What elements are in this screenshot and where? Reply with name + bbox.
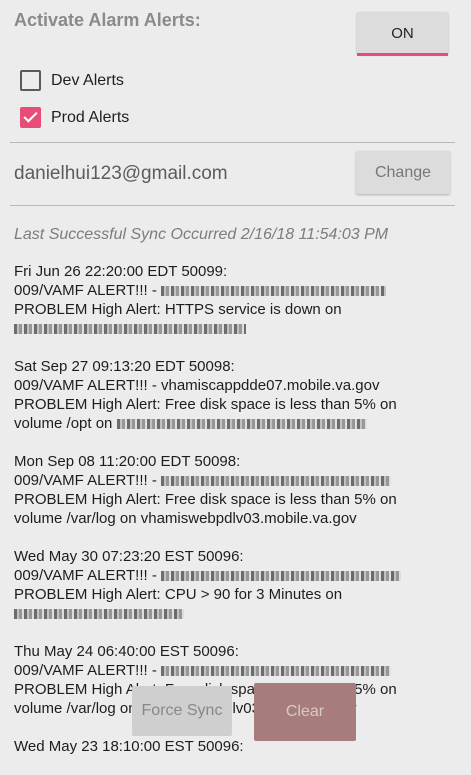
clear-button[interactable]: Clear (254, 683, 356, 741)
alerts-toggle-button[interactable]: ON (357, 12, 448, 56)
change-button[interactable]: Change (356, 151, 450, 194)
activate-alarm-alerts-title: Activate Alarm Alerts: (14, 10, 201, 30)
alert-list: Fri Jun 26 22:20:00 EDT 50099: 009/VAMF … (14, 262, 454, 775)
alert-item: Fri Jun 26 22:20:00 EDT 50099: 009/VAMF … (14, 262, 454, 338)
alert-item: Wed May 30 07:23:20 EST 50096: 009/VAMF … (14, 547, 454, 623)
prod-alerts-checkbox-row[interactable]: Prod Alerts (20, 107, 129, 128)
alert-timestamp: Wed May 23 18:10:00 EST 50096: (14, 738, 244, 755)
alert-timestamp: Sat Sep 27 09:13:20 EDT 50098: (14, 358, 235, 375)
alert-timestamp: Thu May 24 06:40:00 EST 50096: (14, 643, 239, 660)
prod-alerts-checkbox[interactable] (20, 107, 41, 128)
alert-message: PROBLEM High Alert: Free disk space is l… (14, 396, 397, 413)
alert-item: Sat Sep 27 09:13:20 EDT 50098: 009/VAMF … (14, 357, 454, 433)
alert-source: 009/VAMF ALERT!!! - (14, 282, 161, 299)
prod-alerts-label: Prod Alerts (51, 108, 130, 126)
alert-item: Mon Sep 08 11:20:00 EDT 50098: 009/VAMF … (14, 452, 454, 528)
alert-timestamp: Mon Sep 08 11:20:00 EDT 50098: (14, 453, 241, 470)
dev-alerts-checkbox[interactable] (20, 70, 41, 91)
alert-source: 009/VAMF ALERT!!! - (14, 567, 161, 584)
alert-detail: volume /opt on (14, 415, 117, 432)
toggle-active-indicator (357, 53, 448, 56)
alert-source: 009/VAMF ALERT!!! - (14, 662, 161, 679)
alert-timestamp: Wed May 30 07:23:20 EST 50096: (14, 548, 244, 565)
redacted-hostname (116, 419, 367, 430)
alert-message: PROBLEM High Alert: CPU > 90 for 3 Minut… (14, 586, 343, 603)
divider-top (10, 142, 455, 143)
alert-source: 009/VAMF ALERT!!! - (14, 472, 161, 489)
alert-message: PROBLEM High Alert: Free disk space is l… (14, 681, 397, 698)
dev-alerts-label: Dev Alerts (51, 71, 124, 89)
alert-detail: volume /var/log on vhamiswebpdlv03.mobil… (14, 510, 357, 527)
alert-item: Wed May 23 18:10:00 EST 50096: (14, 737, 454, 756)
alert-item: Thu May 24 06:40:00 EST 50096: 009/VAMF … (14, 642, 454, 718)
alert-timestamp: Fri Jun 26 22:20:00 EDT 50099: (14, 263, 228, 280)
redacted-hostname (161, 571, 401, 582)
redacted-hostname (14, 324, 246, 335)
last-sync-status: Last Successful Sync Occurred 2/16/18 11… (14, 226, 389, 243)
redacted-hostname (14, 609, 184, 620)
alert-message: PROBLEM High Alert: HTTPS service is dow… (14, 301, 342, 318)
redacted-hostname (161, 286, 386, 297)
alert-message: PROBLEM High Alert: Free disk space is l… (14, 491, 397, 508)
account-email: danielhui123@gmail.com (14, 163, 228, 184)
dev-alerts-checkbox-row[interactable]: Dev Alerts (20, 70, 124, 91)
redacted-hostname (161, 476, 391, 487)
alert-detail: volume /var/log on vhamiswebpdlv03.mobil… (14, 700, 357, 717)
divider-bottom (10, 205, 455, 206)
force-sync-button[interactable]: Force Sync (132, 686, 232, 736)
alerts-toggle-label: ON (391, 24, 414, 42)
redacted-hostname (161, 666, 391, 677)
alert-source: 009/VAMF ALERT!!! - vhamiscappdde07.mobi… (14, 377, 380, 394)
